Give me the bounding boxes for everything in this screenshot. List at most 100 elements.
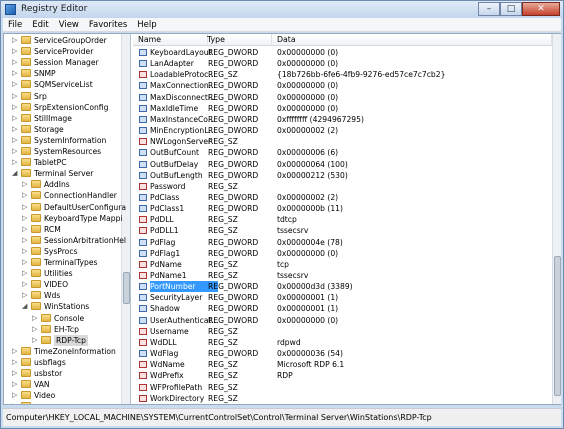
value-row[interactable]: PdDLL REG_SZ tdtcp xyxy=(133,214,552,225)
key-tree[interactable]: ▷ ServiceGroupOrder ▷ ServiceProvider ▷ Sessi… xyxy=(4,34,131,404)
expand-arrow-icon[interactable]: ▷ xyxy=(22,269,29,278)
column-header-type[interactable]: Type xyxy=(202,34,272,46)
tree-item[interactable]: ▷ usbstor xyxy=(4,368,130,379)
collapse-arrow-icon[interactable]: ◢ xyxy=(12,169,19,178)
tree-item[interactable]: ▷ ConnectionHandler xyxy=(4,190,130,201)
value-row[interactable]: PdName1 REG_SZ tssecsrv xyxy=(133,270,552,281)
value-row[interactable]: WFProfilePath REG_SZ xyxy=(133,382,552,393)
tree-item[interactable]: ▷ ServiceGroupOrder xyxy=(4,35,130,46)
tree-item[interactable]: ▷ KeyboardType Mappi xyxy=(4,213,130,224)
expand-arrow-icon[interactable]: ▷ xyxy=(12,58,19,67)
expand-arrow-icon[interactable]: ▷ xyxy=(22,214,29,223)
expand-arrow-icon[interactable]: ▷ xyxy=(12,402,19,404)
menu-favorites[interactable]: Favorites xyxy=(84,18,132,31)
value-row[interactable]: OutBufLength REG_DWORD 0x00000212 (530) xyxy=(133,170,552,181)
tree-item[interactable]: ▷ Console xyxy=(4,313,130,324)
expand-arrow-icon[interactable]: ▷ xyxy=(12,358,19,367)
menu-edit[interactable]: Edit xyxy=(27,18,53,31)
value-row[interactable]: OutBufDelay REG_DWORD 0x00000064 (100) xyxy=(133,159,552,170)
value-row[interactable]: UserAuthenticat... REG_DWORD 0x00000000 (0… xyxy=(133,315,552,326)
expand-arrow-icon[interactable]: ▷ xyxy=(12,125,19,134)
value-row[interactable]: WorkDirectory REG_SZ xyxy=(133,393,552,404)
value-row[interactable]: MinEncryptionL... REG_DWORD 0x00000002 (2) xyxy=(133,125,552,136)
tree-item[interactable]: ▷ TerminalTypes xyxy=(4,257,130,268)
values-scrollbar[interactable] xyxy=(552,34,561,404)
menu-view[interactable]: View xyxy=(54,18,84,31)
expand-arrow-icon[interactable]: ▷ xyxy=(12,380,19,389)
tree-item[interactable]: ▷ RCM xyxy=(4,224,130,235)
tree-item[interactable]: ▷ SysProcs xyxy=(4,246,130,257)
tree-item[interactable]: ▷ StillImage xyxy=(4,113,130,124)
tree-item[interactable]: ▷ SessionArbitrationHel xyxy=(4,235,130,246)
value-row[interactable]: Username REG_SZ xyxy=(133,326,552,337)
tree-item[interactable]: ▷ RDP-Tcp xyxy=(4,334,130,346)
expand-arrow-icon[interactable]: ▷ xyxy=(12,69,19,78)
column-header-data[interactable]: Data xyxy=(272,34,552,46)
values-scroll-thumb[interactable] xyxy=(554,256,561,396)
minimize-button[interactable]: – xyxy=(478,2,500,16)
tree-item[interactable]: ▷ Wds xyxy=(4,290,130,301)
tree-item[interactable]: ▷ TabletPC xyxy=(4,157,130,168)
value-row[interactable]: LoadableProtoc... REG_SZ {18b726bb-6fe6-4f… xyxy=(133,69,552,80)
value-row[interactable]: NWLogonServer REG_SZ xyxy=(133,136,552,147)
value-row[interactable]: PortNumber REG_DWORD 0x00000d3d (3389) xyxy=(133,281,552,293)
tree-item[interactable]: ▷ Utilities xyxy=(4,268,130,279)
expand-arrow-icon[interactable]: ▷ xyxy=(22,291,29,300)
tree-item[interactable]: ▷ AddIns xyxy=(4,179,130,190)
menu-help[interactable]: Help xyxy=(132,18,161,31)
value-row[interactable]: SecurityLayer REG_DWORD 0x00000001 (1) xyxy=(133,292,552,303)
expand-arrow-icon[interactable]: ▷ xyxy=(32,325,39,334)
tree-item[interactable]: ▷ usbflags xyxy=(4,357,130,368)
tree-item[interactable]: ▷ DefaultUserConfigura xyxy=(4,202,130,213)
tree-item[interactable]: ▷ Srp xyxy=(4,91,130,102)
value-row[interactable]: PdClass REG_DWORD 0x00000002 (2) xyxy=(133,192,552,203)
expand-arrow-icon[interactable]: ▷ xyxy=(12,391,19,400)
tree-item[interactable]: ▷ SystemInformation xyxy=(4,135,130,146)
tree-item[interactable]: ▷ TimeZoneInformation xyxy=(4,346,130,357)
value-row[interactable]: MaxInstanceCo... REG_DWORD 0xffffffff (429… xyxy=(133,114,552,125)
value-row[interactable]: OutBufCount REG_DWORD 0x00000006 (6) xyxy=(133,147,552,158)
value-row[interactable]: LanAdapter REG_DWORD 0x00000000 (0) xyxy=(133,58,552,69)
expand-arrow-icon[interactable]: ▷ xyxy=(12,158,19,167)
value-row[interactable]: MaxDisconnecti... REG_DWORD 0x00000000 (0) xyxy=(133,92,552,103)
expand-arrow-icon[interactable]: ▷ xyxy=(22,180,29,189)
tree-item[interactable]: ▷ EH-Tcp xyxy=(4,324,130,335)
expand-arrow-icon[interactable]: ▷ xyxy=(32,336,39,345)
expand-arrow-icon[interactable]: ▷ xyxy=(22,247,29,256)
value-row[interactable]: PdClass1 REG_DWORD 0x0000000b (11) xyxy=(133,203,552,214)
value-row[interactable]: WdName REG_SZ Microsoft RDP 6.1 xyxy=(133,359,552,370)
value-row[interactable]: PdName REG_SZ tcp xyxy=(133,259,552,270)
tree-item[interactable]: ▷ SNMP xyxy=(4,68,130,79)
tree-item[interactable]: ▷ ServiceProvider xyxy=(4,46,130,57)
expand-arrow-icon[interactable]: ▷ xyxy=(12,36,19,45)
expand-arrow-icon[interactable]: ▷ xyxy=(12,114,19,123)
close-button[interactable]: ✕ xyxy=(522,2,560,16)
expand-arrow-icon[interactable]: ▷ xyxy=(22,225,29,234)
value-row[interactable]: PdFlag1 REG_DWORD 0x00000000 (0) xyxy=(133,248,552,259)
expand-arrow-icon[interactable]: ▷ xyxy=(22,203,29,212)
tree-item[interactable]: ◢ Terminal Server xyxy=(4,168,130,179)
tree-item[interactable]: ◢ WinStations xyxy=(4,301,130,312)
tree-item[interactable]: ▷ SQMServiceList xyxy=(4,79,130,90)
expand-arrow-icon[interactable]: ▷ xyxy=(12,136,19,145)
tree-item[interactable]: ▷ SrpExtensionConfig xyxy=(4,102,130,113)
maximize-button[interactable]: □ xyxy=(500,2,522,16)
tree-item[interactable]: ▷ Session Manager xyxy=(4,57,130,68)
value-row[interactable]: MaxConnection... REG_DWORD 0x00000000 (0) xyxy=(133,80,552,91)
menu-file[interactable]: File xyxy=(3,18,27,31)
tree-item[interactable]: ▷ wcncsvc xyxy=(4,401,130,404)
collapse-arrow-icon[interactable]: ◢ xyxy=(22,302,29,311)
column-header-name[interactable]: Name xyxy=(133,34,208,46)
expand-arrow-icon[interactable]: ▷ xyxy=(12,103,19,112)
expand-arrow-icon[interactable]: ▷ xyxy=(22,280,29,289)
tree-item[interactable]: ▷ SystemResources xyxy=(4,146,130,157)
value-row[interactable]: PdFlag REG_DWORD 0x0000004e (78) xyxy=(133,237,552,248)
value-row[interactable]: WdFlag REG_DWORD 0x00000036 (54) xyxy=(133,348,552,359)
tree-item[interactable]: ▷ VIDEO xyxy=(4,279,130,290)
expand-arrow-icon[interactable]: ▷ xyxy=(12,369,19,378)
expand-arrow-icon[interactable]: ▷ xyxy=(32,314,39,323)
tree-item[interactable]: ▷ Storage xyxy=(4,124,130,135)
tree-item[interactable]: ▷ Video xyxy=(4,390,130,401)
expand-arrow-icon[interactable]: ▷ xyxy=(22,258,29,267)
expand-arrow-icon[interactable]: ▷ xyxy=(22,236,29,245)
